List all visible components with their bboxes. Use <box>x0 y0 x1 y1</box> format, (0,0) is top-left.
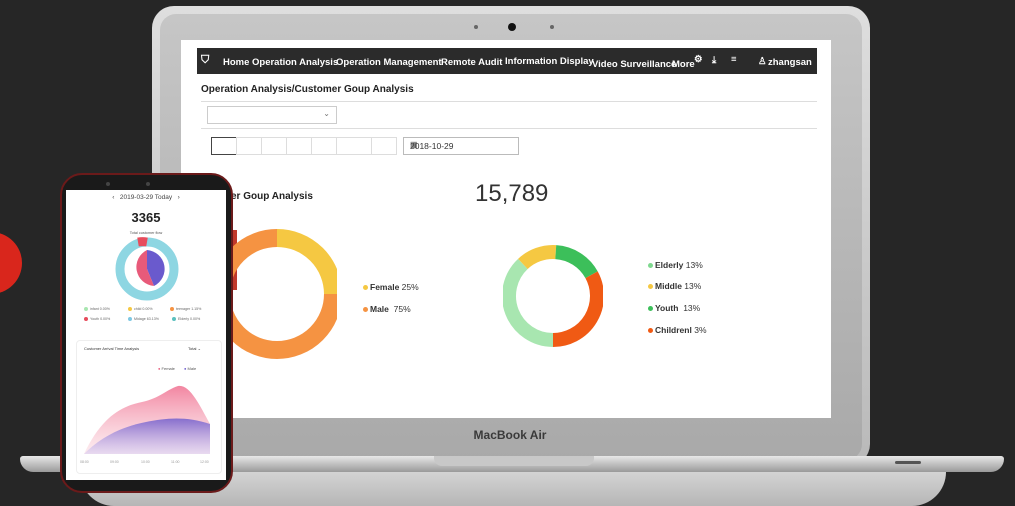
donut-slice-elderly <box>503 258 554 347</box>
section-title: er Goup Analysis <box>231 191 313 202</box>
laptop-indicator <box>895 461 921 464</box>
phone-legend-item: infant 0.00% <box>84 307 110 312</box>
phone-legend-item: Youth 0.00% <box>84 317 110 322</box>
age-donut-chart <box>503 245 603 347</box>
donut-slice-middle <box>518 245 557 270</box>
settings-icon[interactable]: ⚙ <box>694 54 703 65</box>
legend-dot <box>363 307 368 313</box>
camera-sensor-right <box>550 25 554 29</box>
legend-dot <box>128 317 132 322</box>
x-tick: 09:00 <box>110 460 119 464</box>
phone-total: 3365 <box>131 210 161 225</box>
phone-donut-chart <box>115 237 179 301</box>
phone-camera-icon <box>146 182 150 186</box>
nav-item-video-surveillance[interactable]: Video Surveillance <box>592 59 676 70</box>
laptop-notch <box>434 456 594 466</box>
laptop-screen: ⛉ Home Operation Analysis Operation Mana… <box>181 40 831 418</box>
gender-donut-chart <box>217 229 337 359</box>
phone-legend-item: Midage 63.13% <box>128 317 159 322</box>
download-icon[interactable]: ⤓ <box>712 55 716 66</box>
phone-legend-item: child 0.00% <box>128 307 153 312</box>
x-tick: 08:00 <box>80 460 89 464</box>
divider <box>201 128 817 129</box>
nav-item-operation-analysis[interactable]: Operation Analysis <box>252 57 338 68</box>
legend-dot <box>363 285 368 291</box>
chevron-left-icon[interactable]: ‹ <box>112 194 114 201</box>
legend-male: Male 75% <box>363 304 411 314</box>
camera-icon <box>508 23 516 31</box>
legend-female: Female 25% <box>363 282 419 292</box>
phone-date-bar: ‹ 2019-03-29 Today › <box>66 194 226 201</box>
card-legend-female: ● Female <box>158 366 175 371</box>
date-field[interactable]: 2018-10-29 ▦ <box>403 137 519 155</box>
x-tick: 10:00 <box>141 460 150 464</box>
donut-slice-female <box>276 229 337 295</box>
legend-middle: Middle 13% <box>648 281 701 291</box>
arrival-area-chart <box>84 385 210 454</box>
camera-sensor-left <box>474 25 478 29</box>
donut-slice-youth <box>554 245 598 279</box>
legend-dot <box>648 306 653 312</box>
calendar-icon[interactable]: ▦ <box>410 140 512 149</box>
nav-item-remote-audit[interactable]: Remote Audit <box>441 57 502 68</box>
store-select[interactable]: ⌄ <box>207 106 337 124</box>
card-legend-male: ● Male <box>184 366 197 371</box>
list-icon[interactable]: ≡ <box>731 54 737 65</box>
legend-youth: Youth 13% <box>648 303 700 313</box>
legend-dot <box>170 307 174 312</box>
user-name[interactable]: zhangsan <box>768 57 812 68</box>
time-range-tabs <box>211 137 397 155</box>
divider <box>201 101 817 102</box>
tab-range[interactable] <box>371 137 397 155</box>
nav-item-home[interactable]: Home <box>223 57 249 68</box>
tab-range[interactable] <box>261 137 287 155</box>
phone-legend-item: teenager 1.15% <box>170 307 201 312</box>
chevron-down-icon: ⌄ <box>323 109 330 118</box>
nav-item-more[interactable]: More <box>672 59 695 70</box>
tab-range[interactable] <box>336 137 372 155</box>
legend-elderly: Elderly 13% <box>648 260 703 270</box>
card-total-select[interactable]: Total ⌄ <box>188 346 201 351</box>
nav-item-information-display[interactable]: Information Display <box>505 56 594 67</box>
nav-item-operation-management[interactable]: Operation Management <box>336 57 442 68</box>
tab-range[interactable] <box>311 137 337 155</box>
card-title: Customer Arrival Time Analysis <box>84 346 140 351</box>
decorative-red-circle <box>0 232 22 294</box>
tab-range[interactable] <box>236 137 262 155</box>
x-tick: 12:00 <box>200 460 209 464</box>
top-navigation: ⛉ Home Operation Analysis Operation Mana… <box>197 48 817 74</box>
legend-children: Childrenl 3% <box>648 325 707 335</box>
legend-dot <box>648 328 653 334</box>
total-count: 15,789 <box>475 180 549 207</box>
legend-dot <box>84 307 88 312</box>
breadcrumb: Operation Analysis/Customer Goup Analysi… <box>201 84 414 95</box>
legend-dot <box>648 284 653 290</box>
tab-range[interactable] <box>286 137 312 155</box>
shield-logo-icon: ⛉ <box>201 54 210 66</box>
tab-range[interactable] <box>211 137 237 155</box>
donut-slice-childrenl <box>552 271 603 347</box>
legend-dot <box>84 317 88 322</box>
legend-dot <box>128 307 132 312</box>
phone-speaker-icon <box>106 182 110 186</box>
legend-dot <box>648 263 653 269</box>
phone-subtitle: Total customer flow <box>129 231 163 235</box>
legend-dot <box>172 317 176 322</box>
laptop-brand-label: MacBook Air <box>473 428 547 442</box>
x-tick: 11:00 <box>171 460 180 464</box>
user-icon[interactable]: ♙ <box>758 56 767 67</box>
chevron-right-icon[interactable]: › <box>178 194 180 201</box>
phone-date[interactable]: 2019-03-29 <box>120 194 153 201</box>
phone-today[interactable]: Today <box>155 194 172 201</box>
phone-legend-item: Elderly 0.00% <box>172 317 200 322</box>
